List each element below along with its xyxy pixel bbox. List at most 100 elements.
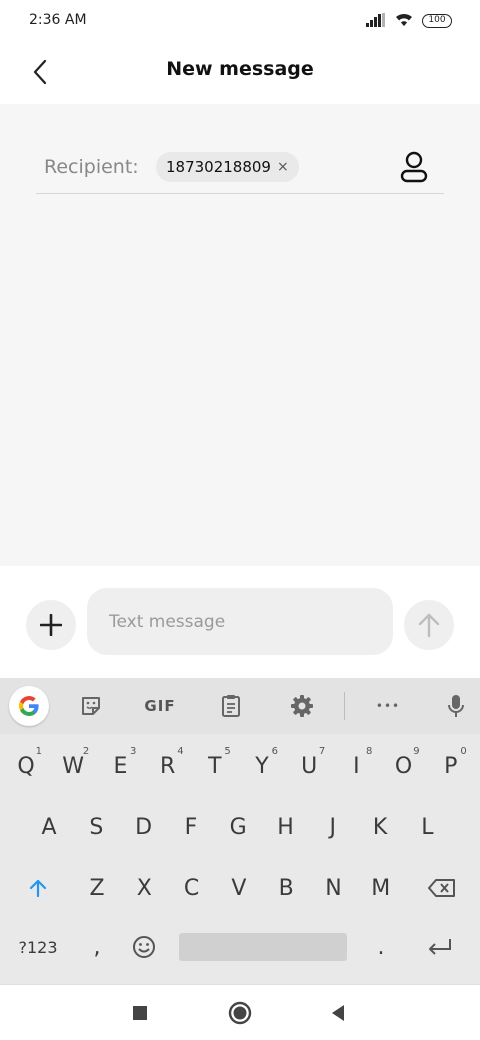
key-label: L (421, 814, 434, 840)
key-f[interactable]: F (169, 801, 213, 853)
add-attachment-button[interactable] (26, 600, 76, 650)
home-button[interactable] (224, 997, 256, 1029)
key-o[interactable]: O9 (382, 740, 426, 792)
sticker-button[interactable] (71, 686, 111, 726)
shift-key[interactable] (16, 862, 60, 914)
key-n[interactable]: N (312, 862, 356, 914)
enter-key[interactable] (418, 921, 462, 973)
google-button[interactable] (9, 686, 49, 726)
key-w[interactable]: W2 (51, 740, 95, 792)
key-d[interactable]: D (122, 801, 166, 853)
key-label: J (329, 814, 337, 840)
arrow-up-icon (418, 613, 440, 638)
enter-icon (429, 939, 451, 955)
message-input[interactable] (87, 588, 393, 655)
emoji-icon (133, 936, 155, 958)
emoji-key[interactable] (122, 921, 166, 973)
status-time: 2:36 AM (29, 12, 87, 28)
key-label: E (113, 753, 128, 779)
key-label: F (184, 814, 198, 840)
keyboard-toolbar: GIF ••• (0, 678, 480, 734)
recents-button[interactable] (124, 997, 156, 1029)
key-q[interactable]: Q1 (4, 740, 48, 792)
gif-button[interactable]: GIF (140, 686, 180, 726)
key-label: B (278, 875, 294, 901)
key-a[interactable]: A (27, 801, 71, 853)
space-key[interactable] (179, 933, 347, 961)
title-bar: New message (0, 44, 480, 104)
key-i[interactable]: I8 (334, 740, 378, 792)
recipient-label: Recipient: (44, 156, 139, 178)
settings-button[interactable] (282, 686, 322, 726)
key-label: V (231, 875, 247, 901)
key-j[interactable]: J (311, 801, 355, 853)
key-hint: 4 (177, 746, 184, 757)
key-k[interactable]: K (358, 801, 402, 853)
wifi-icon (394, 11, 414, 31)
key-t[interactable]: T5 (193, 740, 237, 792)
key-m[interactable]: M (359, 862, 403, 914)
back-nav-button[interactable] (322, 997, 354, 1029)
recipient-chip[interactable]: 18730218809 × (156, 152, 299, 182)
comma-key[interactable]: , (75, 921, 119, 973)
key-hint: 9 (413, 746, 420, 757)
symbols-key[interactable]: ?123 (16, 921, 60, 973)
key-u[interactable]: U7 (287, 740, 331, 792)
gear-icon (291, 695, 313, 717)
key-label: P (444, 753, 458, 779)
key-label: Y (255, 753, 269, 779)
key-c[interactable]: C (170, 862, 214, 914)
triangle-left-icon (332, 1005, 344, 1021)
key-label: C (183, 875, 200, 901)
key-label: T (208, 753, 222, 779)
keyboard: G I F ••• Q 1 W 2 E 3 R 4 T 5 Y 6 U 7 I 8 … (0, 678, 480, 984)
key-label: S (89, 814, 104, 840)
key-label: N (325, 875, 342, 901)
recipient-row[interactable]: Recipient: 18730218809 × (36, 142, 444, 194)
period-key[interactable]: . (359, 921, 403, 973)
compose-bar (0, 566, 480, 678)
voice-input-button[interactable] (436, 686, 476, 726)
key-b[interactable]: B (264, 862, 308, 914)
remove-recipient-icon[interactable]: × (277, 159, 289, 175)
message-content-area: Recipient: 18730218809 × (0, 104, 480, 566)
key-g[interactable]: G (216, 801, 260, 853)
key-hint: 3 (130, 746, 137, 757)
key-z[interactable]: Z (75, 862, 119, 914)
key-e[interactable]: E3 (98, 740, 142, 792)
key-label: I (353, 753, 360, 779)
sticker-icon (82, 697, 100, 715)
clipboard-button[interactable] (211, 686, 251, 726)
key-hint: 1 (35, 746, 42, 757)
key-label: U (301, 753, 318, 779)
contact-picker-button[interactable] (398, 150, 430, 184)
backspace-icon (428, 879, 455, 897)
recipient-chip-number: 18730218809 (166, 158, 271, 176)
key-label: H (277, 814, 294, 840)
more-button[interactable]: ••• (368, 686, 408, 726)
square-icon (133, 1006, 147, 1020)
status-icons: 100 (366, 11, 452, 31)
key-label: W (62, 753, 85, 779)
key-hint: 2 (82, 746, 90, 757)
key-label: M (371, 875, 391, 901)
key-p[interactable]: P0 (429, 740, 473, 792)
key-r[interactable]: R4 (146, 740, 190, 792)
key-hint: 6 (271, 746, 278, 757)
backspace-key[interactable] (420, 862, 464, 914)
send-button[interactable] (404, 600, 454, 650)
microphone-icon (448, 695, 464, 717)
key-h[interactable]: H (264, 801, 308, 853)
status-bar: 2:36 AM 100 (0, 0, 480, 44)
key-label: X (136, 875, 152, 901)
key-v[interactable]: V (217, 862, 261, 914)
clipboard-icon (222, 695, 240, 717)
key-y[interactable]: Y6 (240, 740, 284, 792)
key-x[interactable]: X (122, 862, 166, 914)
key-label: Q (17, 753, 35, 779)
toolbar-divider (344, 692, 345, 720)
navigation-bar (0, 984, 480, 1040)
shift-arrow-icon (29, 879, 47, 898)
key-s[interactable]: S (74, 801, 118, 853)
key-l[interactable]: L (405, 801, 449, 853)
